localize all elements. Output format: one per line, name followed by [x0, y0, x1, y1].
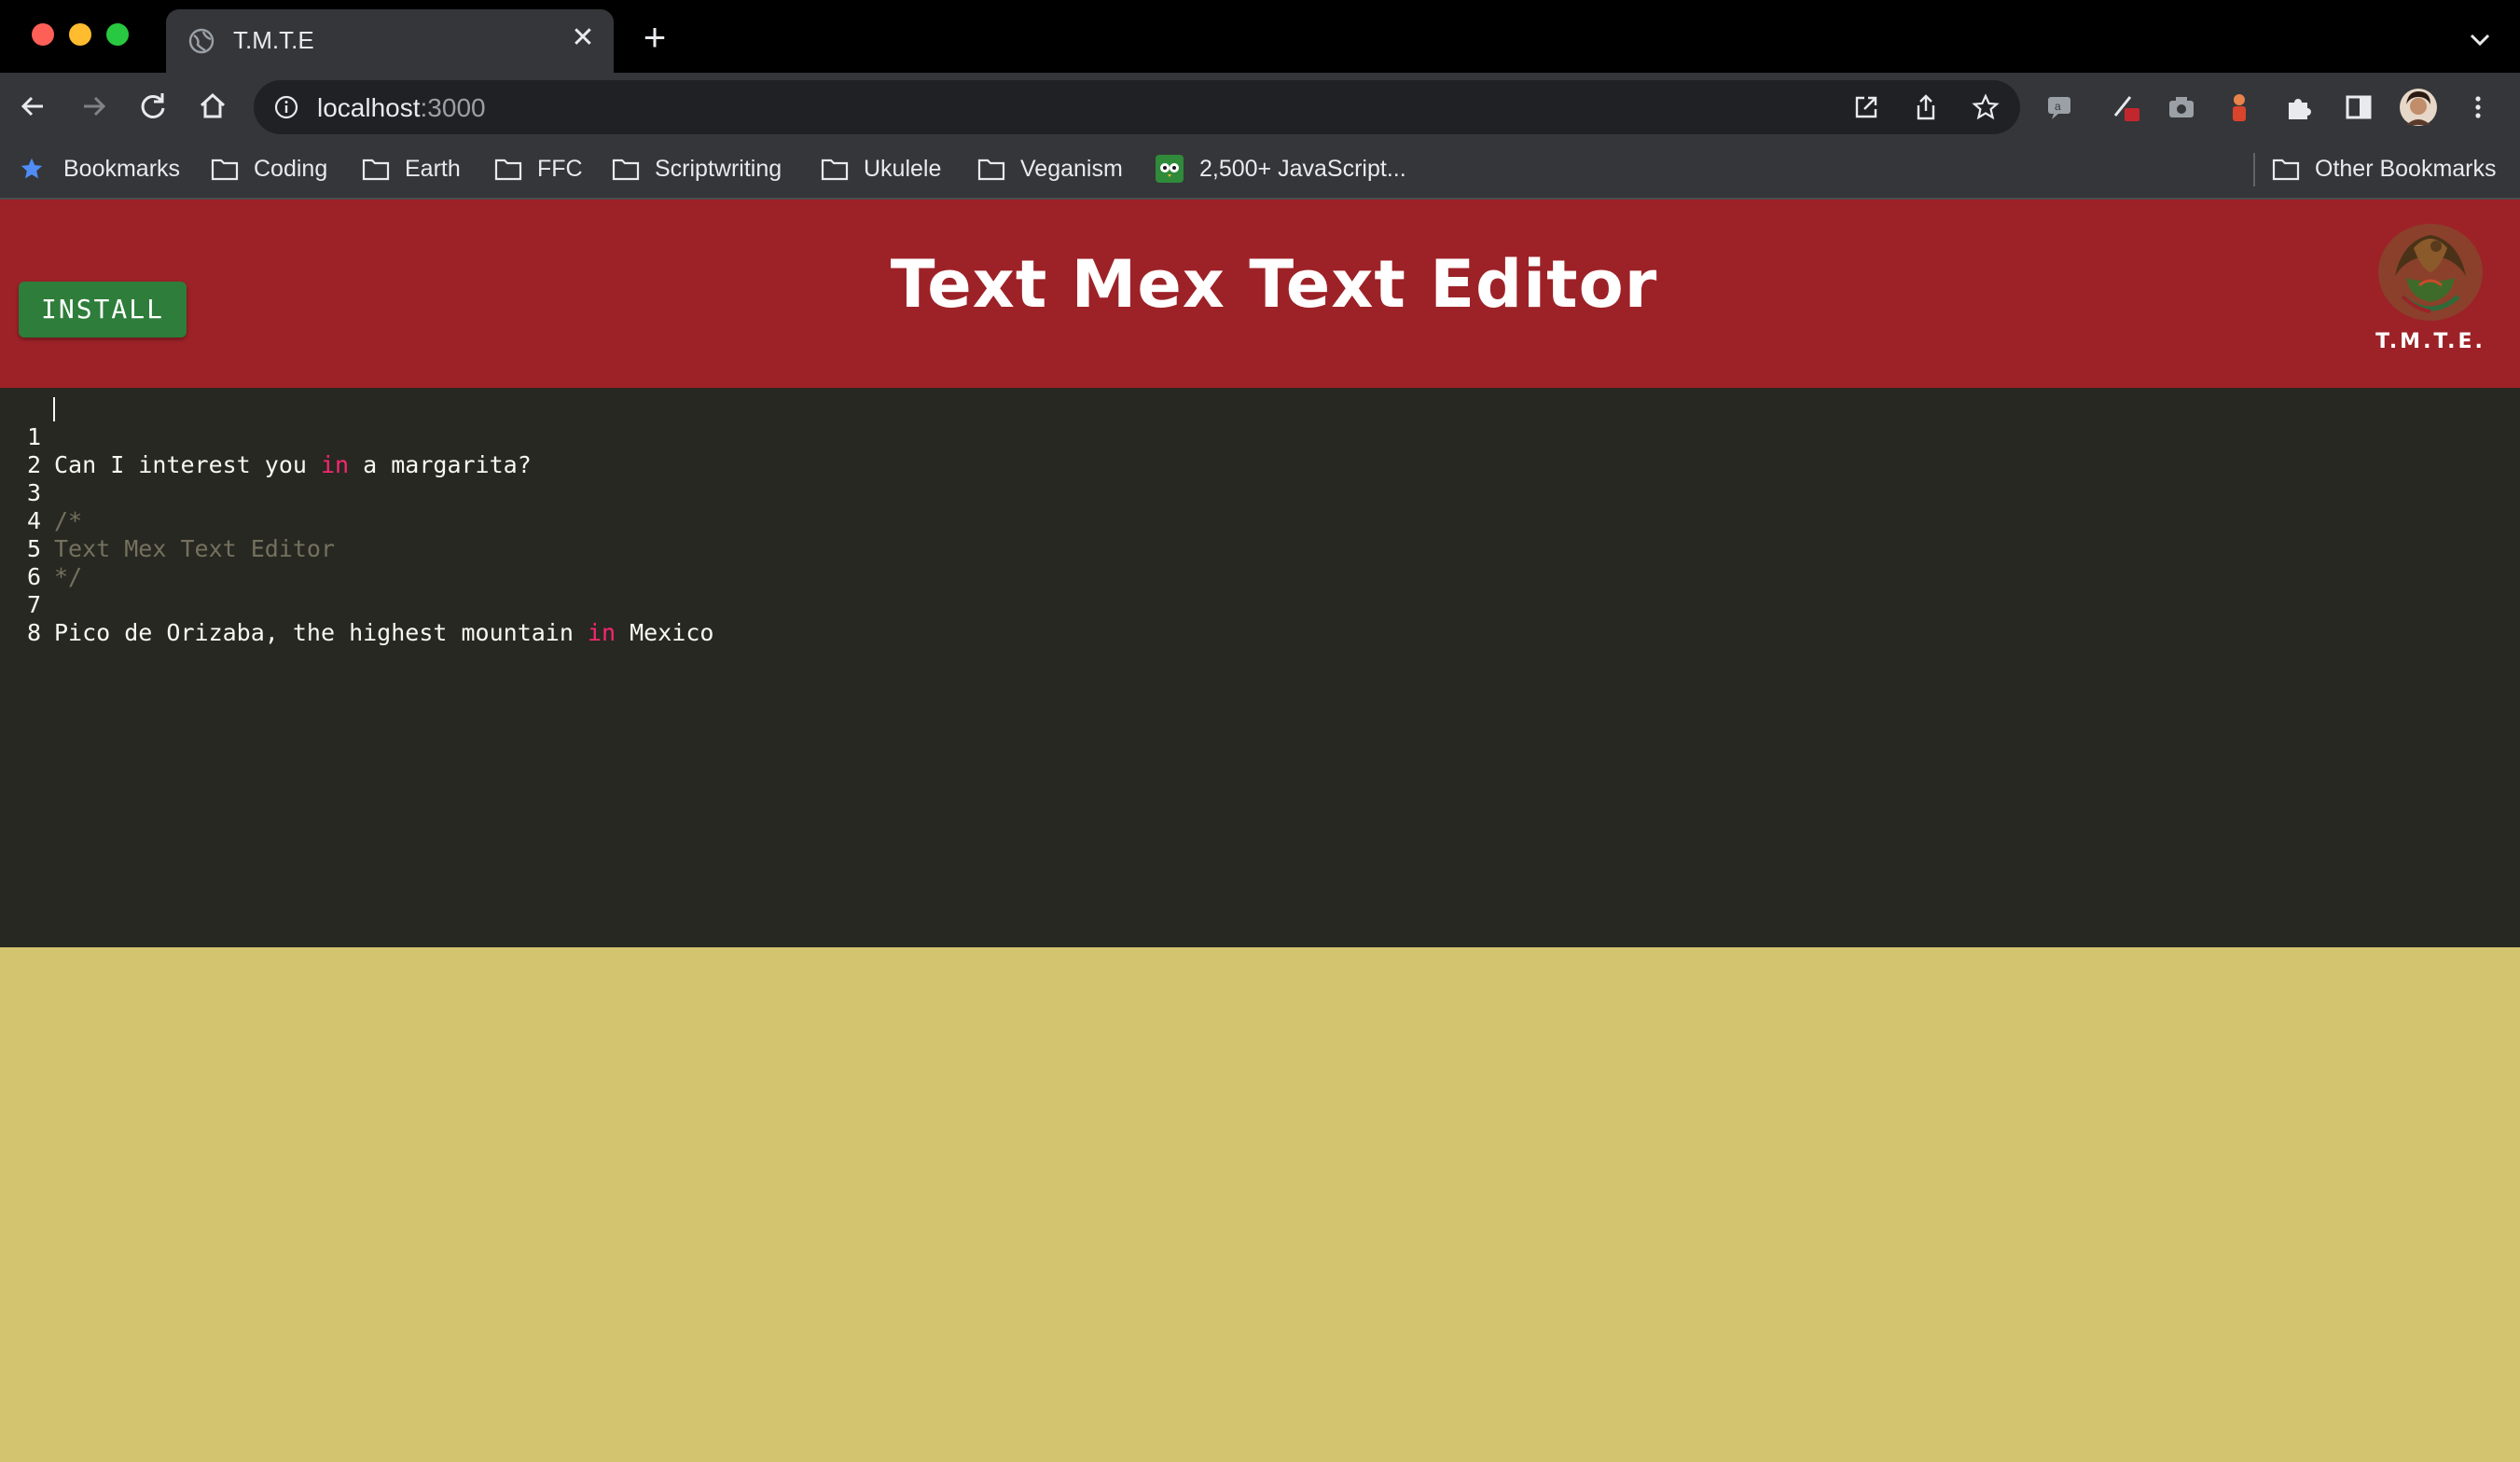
editor-line[interactable]: 7 Pico de Orizaba, the highest mountain …	[0, 563, 2520, 646]
mexican-eagle-emblem-icon	[2378, 224, 2483, 321]
info-icon[interactable]	[274, 95, 298, 119]
extension-person-icon[interactable]	[2223, 91, 2255, 123]
folder-icon	[612, 159, 640, 181]
page-background	[0, 947, 2520, 1462]
bookmark-label: Bookmarks	[63, 155, 181, 182]
editor-line[interactable]: 5 */	[0, 507, 2520, 590]
keyword-token: in	[587, 619, 616, 646]
editor-line[interactable]: 2	[0, 423, 2520, 478]
maximize-window-button[interactable]	[106, 23, 129, 46]
side-panel-icon[interactable]	[2343, 91, 2375, 123]
share-icon[interactable]	[1912, 93, 1940, 121]
owl-favicon-icon	[1156, 155, 1184, 183]
globe-icon	[188, 28, 215, 54]
camera-icon[interactable]	[2166, 91, 2197, 123]
logo-text: T.M.T.E.	[2375, 330, 2485, 353]
bookmark-folder-ukulele[interactable]: Ukulele	[821, 153, 941, 185]
puzzle-extensions-icon[interactable]	[2283, 91, 2315, 123]
browser-tab[interactable]: T.M.T.E ✕	[166, 9, 614, 73]
reload-icon[interactable]	[134, 88, 172, 125]
bookmark-label: Ukulele	[864, 155, 942, 182]
editor-line[interactable]: 8	[0, 591, 2520, 646]
bookmark-label: Other Bookmarks	[2315, 155, 2497, 182]
more-menu-icon[interactable]	[2462, 91, 2494, 123]
star-icon	[21, 158, 43, 179]
url-text: localhost:3000	[317, 93, 486, 123]
text-cursor	[53, 397, 55, 421]
bookmark-folder-coding[interactable]: Coding	[211, 153, 327, 185]
folder-icon	[2272, 159, 2300, 181]
bookmark-label: 2,500+ JavaScript...	[1199, 155, 1406, 182]
svg-text:a: a	[2055, 100, 2061, 113]
bookmarks-divider	[2253, 153, 2255, 186]
back-arrow-icon[interactable]	[15, 88, 52, 125]
bookmark-bookmarks[interactable]: Bookmarks	[19, 153, 180, 185]
line-content: Pico de Orizaba, the highest mountain in…	[54, 619, 713, 647]
browser-tab-bar: T.M.T.E ✕ +	[0, 0, 2520, 73]
code-token: Pico de Orizaba, the highest mountain	[54, 619, 588, 646]
folder-icon	[211, 159, 239, 181]
url-host: localhost	[317, 93, 421, 122]
bookmark-label: Earth	[405, 155, 461, 182]
forward-arrow-icon[interactable]	[75, 88, 112, 125]
extension-pen-icon[interactable]	[2110, 91, 2141, 123]
editor-line[interactable]: 4 Text Mex Text Editor	[0, 479, 2520, 562]
folder-icon	[977, 159, 1005, 181]
editor-line[interactable]: 1 Can I interest you in a margarita?	[0, 395, 2520, 478]
bookmark-folder-veganism[interactable]: Veganism	[977, 153, 1123, 185]
bookmark-label: Coding	[254, 155, 328, 182]
bookmark-folder-earth[interactable]: Earth	[362, 153, 461, 185]
close-tab-icon[interactable]: ✕	[567, 22, 599, 54]
open-in-window-icon[interactable]	[1852, 93, 1880, 121]
folder-icon	[821, 159, 849, 181]
close-window-button[interactable]	[32, 23, 54, 46]
bookmark-folder-scriptwriting[interactable]: Scriptwriting	[612, 153, 782, 185]
home-icon[interactable]	[194, 88, 231, 125]
bookmark-label: Veganism	[1020, 155, 1123, 182]
profile-avatar-icon[interactable]	[2399, 88, 2438, 127]
page-title: Text Mex Text Editor	[890, 246, 1658, 323]
url-port: :3000	[420, 93, 486, 122]
bookmark-folder-ffc[interactable]: FFC	[494, 153, 583, 185]
browser-toolbar: localhost:3000 a	[0, 73, 2520, 140]
bookmark-javascript[interactable]: 2,500+ JavaScript...	[1155, 153, 1406, 185]
extension-chat-icon[interactable]: a	[2044, 91, 2076, 123]
bookmark-folder-other[interactable]: Other Bookmarks	[2272, 153, 2497, 185]
new-tab-icon[interactable]: +	[636, 18, 673, 57]
app-header: INSTALL Text Mex Text Editor T.M.T.E.	[0, 200, 2520, 388]
bookmarks-bar: Bookmarks Coding Earth FFC Scriptwriting…	[0, 140, 2520, 200]
bookmark-label: FFC	[537, 155, 583, 182]
folder-icon	[494, 159, 522, 181]
code-editor[interactable]: 1 Can I interest you in a margarita? 2 3…	[0, 388, 2520, 947]
line-number: 8	[26, 619, 41, 646]
minimize-window-button[interactable]	[69, 23, 91, 46]
tab-title: T.M.T.E	[233, 26, 314, 54]
folder-icon	[362, 159, 390, 181]
editor-line[interactable]: 3 /*	[0, 451, 2520, 534]
address-bar[interactable]: localhost:3000	[254, 80, 2020, 134]
bookmark-star-icon[interactable]	[1972, 93, 2000, 121]
chevron-down-icon[interactable]	[2466, 26, 2494, 54]
code-token: Mexico	[616, 619, 714, 646]
editor-line[interactable]: 6	[0, 535, 2520, 590]
bookmark-label: Scriptwriting	[655, 155, 782, 182]
